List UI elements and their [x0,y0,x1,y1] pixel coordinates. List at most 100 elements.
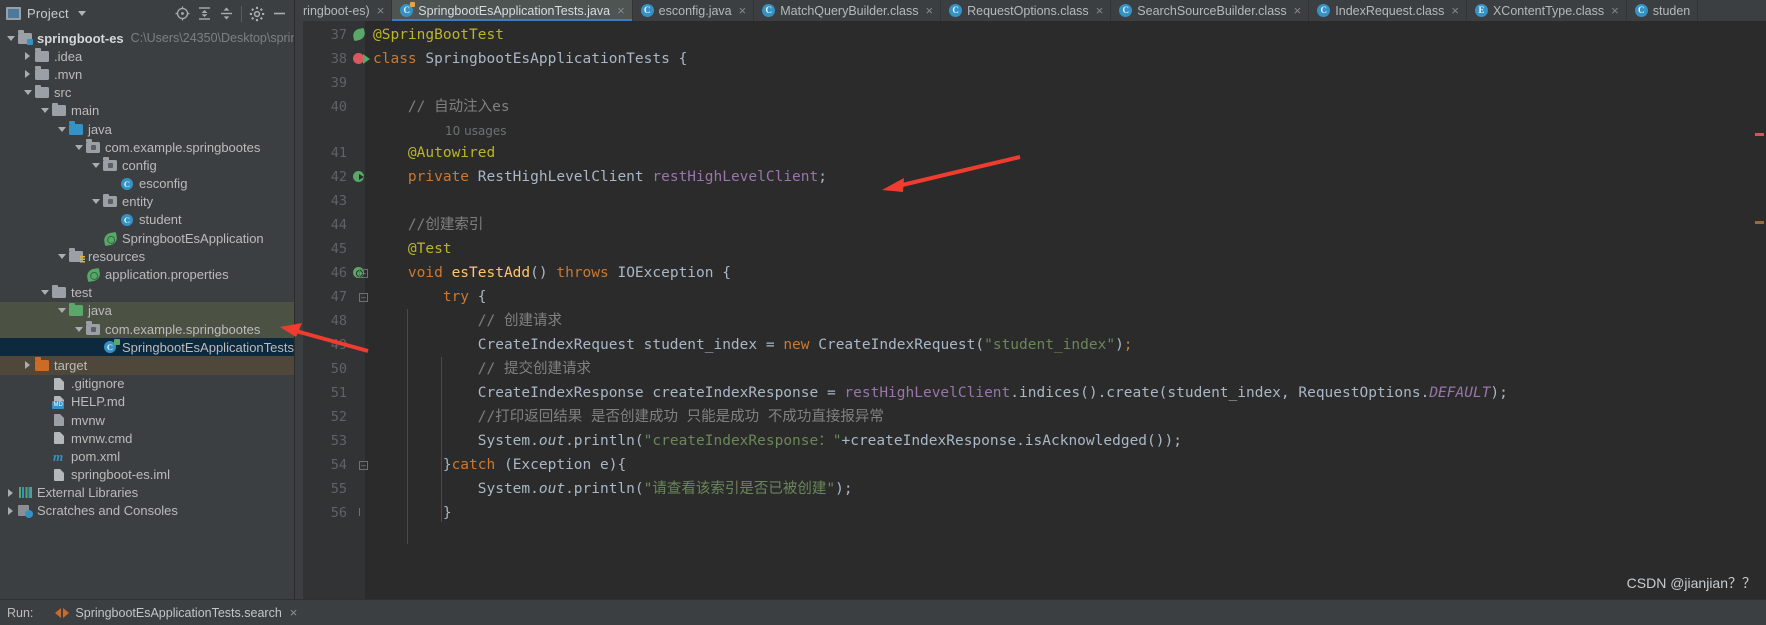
code-line[interactable]: 39 [295,71,1766,95]
code-line[interactable]: 38 class SpringbootEsApplicationTests { [295,47,1766,71]
code-editor[interactable]: 37 @SpringBootTest 38 class SpringbootEsApp… [295,21,1766,599]
tree-expand-arrow[interactable] [38,432,51,445]
tree-item-springbootesapplication[interactable]: SpringbootEsApplication [0,229,294,247]
tree-item-student[interactable]: Cstudent [0,211,294,229]
hide-panel-icon[interactable] [268,3,290,25]
close-icon[interactable]: × [1611,3,1619,18]
code-line[interactable]: 40 // 自动注入es [295,95,1766,119]
expand-all-icon[interactable] [193,3,215,25]
tree-item-com-example-springbootes[interactable]: com.example.springbootes [0,138,294,156]
tree-expand-arrow[interactable] [89,341,102,354]
tree-expand-arrow[interactable] [38,414,51,427]
code-fold-end[interactable] [359,508,368,516]
usages-hint[interactable]: 10 usages [445,119,507,143]
code-line[interactable]: 44 //创建索引 [295,213,1766,237]
tree-expand-arrow[interactable] [38,104,51,117]
editor-tab-matchquerybuilder-class[interactable]: C MatchQueryBuilder.class × [754,0,942,21]
tree-expand-arrow[interactable] [4,32,17,45]
editor-tab-studen[interactable]: Cstuden [1627,0,1699,21]
tree-item-main[interactable]: main [0,102,294,120]
tree-item-resources[interactable]: resources [0,247,294,265]
tree-expand-arrow[interactable] [38,395,51,408]
warning-marker[interactable] [1755,221,1764,224]
tree-item-springboot-es-iml[interactable]: springboot-es.iml [0,466,294,484]
code-line[interactable]: 42 private RestHighLevelClient restHighL… [295,165,1766,189]
close-icon[interactable]: × [377,3,385,18]
spring-bean-run-icon[interactable] [351,47,370,71]
tree-item-config[interactable]: config [0,156,294,174]
tree-expand-arrow[interactable] [38,286,51,299]
code-line[interactable]: 43 [295,189,1766,213]
code-fold-toggle[interactable]: – [359,461,368,470]
tree-expand-arrow[interactable] [106,177,119,190]
spring-autowired-icon[interactable] [351,165,367,189]
editor-marker-strip[interactable] [1752,21,1766,599]
tree-expand-arrow[interactable] [38,468,51,481]
collapse-all-icon[interactable] [215,3,237,25]
tree-item-test[interactable]: test [0,284,294,302]
tree-item-springboot-es[interactable]: springboot-es C:\Users\24350\Desktop\spri… [0,29,294,47]
close-icon[interactable]: × [290,605,298,620]
tree-item-mvnw[interactable]: mvnw [0,411,294,429]
editor-tab-bar[interactable]: ringboot-es) × C SpringbootEsApplicationTes… [295,0,1766,21]
tree-expand-arrow[interactable] [38,377,51,390]
tree-expand-arrow[interactable] [72,323,85,336]
tree-expand-arrow[interactable] [72,141,85,154]
code-line[interactable]: 54 – }catch (Exception e){ [295,453,1766,477]
tree-expand-arrow[interactable] [38,450,51,463]
tree-item-pom-xml[interactable]: m pom.xml [0,447,294,465]
tree-item-springbootesapplicationtests[interactable]: C SpringbootEsApplicationTests [0,338,294,357]
tree-item-java[interactable]: java [0,120,294,138]
tree-expand-arrow[interactable] [55,304,68,317]
error-marker[interactable] [1755,133,1764,136]
code-line[interactable]: 51 CreateIndexResponse createIndexRespon… [295,381,1766,405]
tree-expand-arrow[interactable] [55,123,68,136]
editor-tab-indexrequest-class[interactable]: C IndexRequest.class × [1309,0,1467,21]
close-icon[interactable]: × [739,3,747,18]
code-line[interactable]: 10 usages [295,119,1766,143]
tree-expand-arrow[interactable] [4,486,17,499]
tree-item-mvnw-cmd[interactable]: mvnw.cmd [0,429,294,447]
code-line[interactable]: 56 } [295,501,1766,525]
tree-item-scratches-and-consoles[interactable]: Scratches and Consoles [0,502,294,520]
run-tool-window-bar[interactable]: Run: SpringbootEsApplicationTests.search… [0,599,1766,625]
code-line[interactable]: 46 – void esTestAdd() throws IOException … [295,261,1766,285]
run-configuration-item[interactable]: SpringbootEsApplicationTests.search × [55,605,297,620]
code-line[interactable]: 47 – try { [295,285,1766,309]
code-line[interactable]: 52 //打印返回结果 是否创建成功 只能是成功 不成功直接报异常 [295,405,1766,429]
tree-item-com-example-springbootes[interactable]: com.example.springbootes [0,320,294,339]
close-icon[interactable]: × [1294,3,1302,18]
tree-expand-arrow[interactable] [21,86,34,99]
code-line[interactable]: 49 CreateIndexRequest student_index = ne… [295,333,1766,357]
code-line[interactable]: 37 @SpringBootTest [295,23,1766,47]
editor-tab-requestoptions-class[interactable]: C RequestOptions.class × [941,0,1112,21]
editor-tab-esconfig-java[interactable]: Cesconfig.java × [633,0,755,21]
tree-expand-arrow[interactable] [89,159,102,172]
tree-item-target[interactable]: target [0,356,294,375]
gear-icon[interactable] [246,3,268,25]
spring-leaf-icon[interactable] [351,23,367,47]
code-line[interactable]: 41 @Autowired [295,141,1766,165]
tree-expand-arrow[interactable] [21,50,34,63]
tree-item-src[interactable]: src [0,84,294,102]
code-line[interactable]: 50 // 提交创建请求 [295,357,1766,381]
code-line[interactable]: 55 System.out.println("请查看该索引是否已被创建"); [295,477,1766,501]
close-icon[interactable]: × [1451,3,1459,18]
close-icon[interactable]: × [926,3,934,18]
tree-expand-arrow[interactable] [55,250,68,263]
tree-item-external-libraries[interactable]: External Libraries [0,484,294,502]
close-icon[interactable]: × [617,3,625,18]
code-fold-toggle[interactable]: – [359,269,368,278]
close-icon[interactable]: × [1096,3,1104,18]
editor-tab-springbootesapplicationtests-java[interactable]: C SpringbootEsApplicationTests.java × [392,0,633,21]
tree-item--gitignore[interactable]: .gitignore [0,375,294,393]
caret-down-icon[interactable] [77,11,86,16]
tree-item-help-md[interactable]: MD HELP.md [0,393,294,411]
tree-expand-arrow[interactable] [4,504,17,517]
tree-item--mvn[interactable]: .mvn [0,65,294,83]
tree-expand-arrow[interactable] [89,232,102,245]
tree-item-application-properties[interactable]: application.properties [0,265,294,283]
tree-item--idea[interactable]: .idea [0,47,294,65]
tree-expand-arrow[interactable] [72,268,85,281]
tree-expand-arrow[interactable] [21,359,34,372]
